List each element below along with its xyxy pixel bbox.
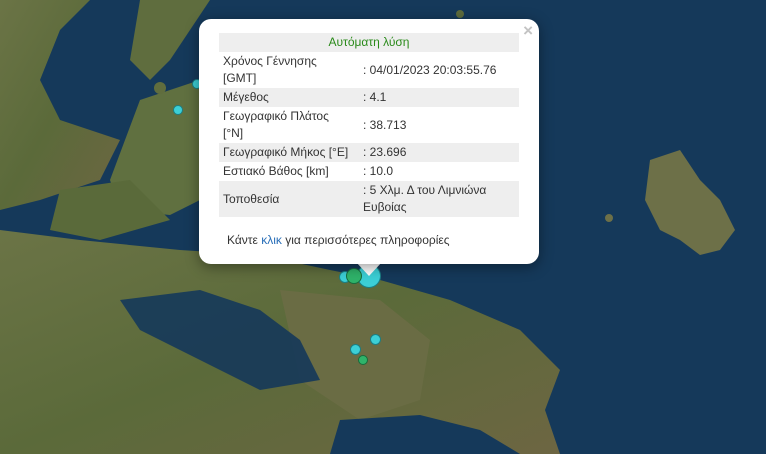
more-info-link[interactable]: κλικ — [261, 233, 282, 247]
info-row: Εστιακό Βάθος [km] : 10.0 — [219, 162, 519, 181]
earthquake-info-table: Αυτόματη λύση Χρόνος Γέννησης [GMT] : 04/… — [219, 33, 519, 217]
quake-marker-6[interactable] — [370, 334, 381, 345]
row-value: : 04/01/2023 20:03:55.76 — [363, 62, 497, 77]
info-row: Τοποθεσία: 5 Χλμ. Δ του Λιμνιώνα Ευβοίας — [219, 181, 519, 217]
row-label: Μέγεθος — [219, 88, 355, 107]
row-label: Τοποθεσία — [219, 181, 355, 217]
info-row: Γεωγραφικό Μήκος [°E]: 23.696 — [219, 143, 519, 162]
row-value: : 10.0 — [363, 164, 394, 178]
more-info-text: Κάντε κλικ για περισσότερες πληροφορίες — [227, 233, 450, 247]
satellite-map[interactable]: × Αυτόματη λύση Χρόνος Γέννησης [GMT] : 0… — [0, 0, 766, 454]
info-row: Γεωγραφικό Πλάτος [°N] : 38.713 — [219, 107, 519, 143]
quake-marker-7[interactable] — [350, 344, 361, 355]
info-row: Χρόνος Γέννησης [GMT] : 04/01/2023 20:03:… — [219, 52, 519, 88]
row-label: Γεωγραφικό Μήκος [°E] — [219, 143, 355, 162]
more-prefix: Κάντε — [227, 233, 262, 247]
row-value: : 23.696 — [355, 143, 519, 162]
popup-title: Αυτόματη λύση — [219, 33, 519, 52]
row-value: : 4.1 — [355, 88, 519, 107]
row-label: Εστιακό Βάθος [km] — [223, 164, 329, 178]
row-value: : 38.713 — [363, 117, 407, 132]
earthquake-popup: × Αυτόματη λύση Χρόνος Γέννησης [GMT] : 0… — [199, 19, 539, 264]
quake-marker-2[interactable] — [173, 105, 183, 115]
row-value: : 5 Χλμ. Δ του Λιμνιώνα Ευβοίας — [355, 181, 519, 217]
info-row: Μέγεθος: 4.1 — [219, 88, 519, 107]
close-icon[interactable]: × — [523, 21, 533, 41]
popup-tip — [356, 262, 382, 276]
quake-marker-8[interactable] — [358, 355, 368, 365]
row-label: Γεωγραφικό Πλάτος [°N] — [223, 109, 329, 140]
row-label: Χρόνος Γέννησης [GMT] — [223, 54, 317, 85]
more-suffix: για περισσότερες πληροφορίες — [281, 233, 450, 247]
